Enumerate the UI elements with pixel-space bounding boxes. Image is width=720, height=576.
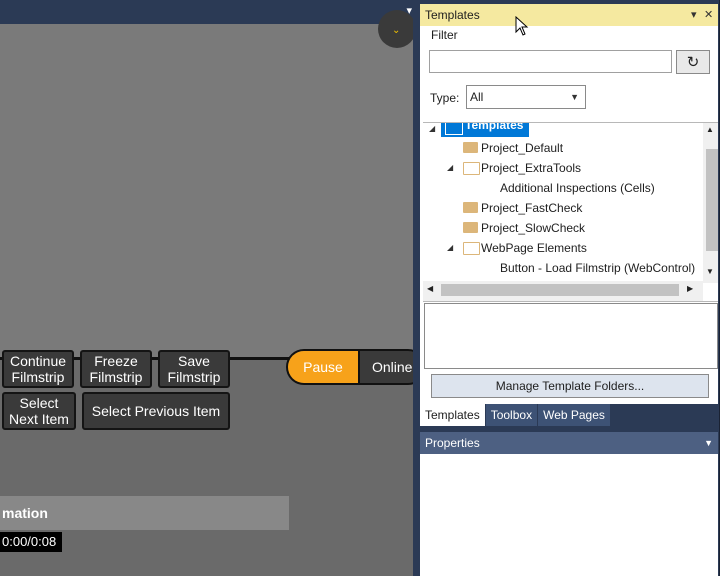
open-folder-icon (463, 162, 480, 175)
filter-input[interactable] (429, 50, 672, 73)
grid-icon (445, 123, 463, 135)
collapse-toggle-icon[interactable]: ◢ (447, 238, 457, 258)
folder-icon (463, 222, 478, 233)
filter-label: Filter (431, 28, 458, 42)
type-select[interactable]: All ▼ (466, 85, 586, 109)
expand-toggle-icon[interactable]: ◢ (429, 124, 439, 133)
panel-tabs: Templates Toolbox Web Pages (420, 404, 718, 426)
freeze-filmstrip-button[interactable]: Freeze Filmstrip (80, 350, 152, 388)
chevron-down-icon: ▼ (570, 92, 579, 102)
collapse-toggle-icon[interactable]: ◢ (447, 158, 457, 178)
scroll-down-icon[interactable]: ▼ (706, 267, 714, 276)
tree-root-label: Templates (465, 122, 524, 132)
pause-mode-button[interactable]: Pause (288, 351, 360, 383)
refresh-button[interactable]: ↻ (676, 50, 710, 74)
open-folder-icon (463, 242, 480, 255)
close-icon[interactable]: ✕ (704, 4, 713, 26)
filmstrip-canvas: ⌄ (0, 10, 416, 576)
properties-panel-header: Properties ▼ (420, 432, 718, 454)
tab-templates[interactable]: Templates (420, 404, 485, 426)
scroll-right-icon[interactable]: ▶ (687, 284, 693, 293)
collapse-badge[interactable]: ⌄ (378, 10, 416, 48)
video-timecode: 0:00/0:08 (0, 532, 62, 552)
editor-title-bar: ▾ (0, 0, 418, 24)
tree-horizontal-scroll-thumb[interactable] (441, 284, 679, 296)
panel-menu-icon[interactable]: ▾ (691, 4, 697, 26)
type-label: Type: (430, 91, 460, 105)
right-dock-panel: Templates ▾ ✕ Filter ↻ Type: All ▼ ◢ Tem… (420, 0, 720, 576)
tree-item-additional-inspections[interactable]: Additional Inspections (Cells) (500, 178, 655, 198)
information-header: mation (0, 496, 289, 530)
tab-web-pages[interactable]: Web Pages (538, 404, 610, 426)
tree-vertical-scroll-thumb[interactable] (706, 149, 718, 251)
templates-tree[interactable]: ◢ Templates Project_Default ◢ Project_Ex… (423, 122, 718, 302)
templates-panel-body: Filter ↻ Type: All ▼ ◢ Templates Project… (420, 26, 718, 404)
tree-root-templates[interactable]: Templates (441, 122, 529, 137)
folder-icon (463, 202, 478, 213)
mode-toggle[interactable]: Pause Online (286, 349, 426, 385)
scroll-up-icon[interactable]: ▲ (706, 125, 714, 134)
properties-panel-body (420, 454, 718, 576)
panel-menu-icon[interactable]: ▼ (704, 432, 713, 454)
template-description-box (424, 303, 718, 369)
templates-panel-title: Templates (425, 8, 480, 22)
properties-panel-title: Properties (425, 436, 480, 450)
templates-panel-header: Templates ▾ ✕ (420, 4, 718, 26)
folder-icon (463, 142, 478, 153)
tree-item-button-load-filmstrip[interactable]: Button - Load Filmstrip (WebControl) (500, 258, 695, 278)
select-next-item-button[interactable]: Select Next Item (2, 392, 76, 430)
save-filmstrip-button[interactable]: Save Filmstrip (158, 350, 230, 388)
scroll-left-icon[interactable]: ◀ (427, 284, 433, 293)
mouse-cursor-icon (515, 16, 529, 36)
continue-filmstrip-button[interactable]: Continue Filmstrip (2, 350, 74, 388)
type-select-value: All (470, 90, 484, 104)
refresh-icon: ↻ (686, 54, 700, 71)
tree-vertical-scrollbar[interactable]: ▲ ▼ (703, 123, 718, 283)
manage-template-folders-button[interactable]: Manage Template Folders... (431, 374, 709, 398)
tree-horizontal-scrollbar[interactable]: ◀ ▶ (423, 281, 703, 301)
chevron-down-icon: ⌄ (392, 25, 401, 36)
image-display-area: ⌄ (0, 10, 416, 360)
tab-toolbox[interactable]: Toolbox (485, 404, 538, 426)
select-previous-item-button[interactable]: Select Previous Item (82, 392, 230, 430)
